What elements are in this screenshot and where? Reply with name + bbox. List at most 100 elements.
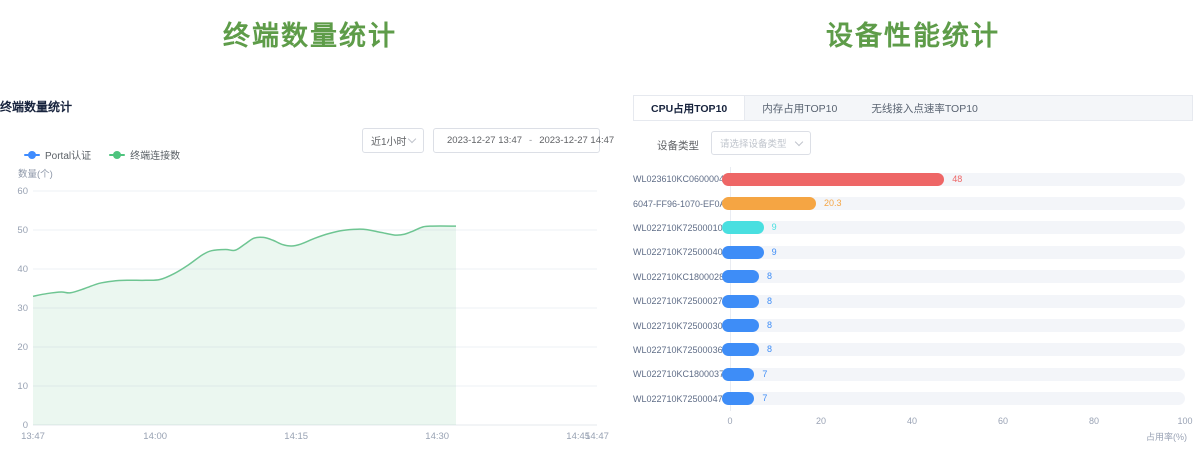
device-performance-panel: 设备性能统计 CPU占用TOP10内存占用TOP10无线接入点速率TOP10 设… [633,0,1193,456]
date-end-value: 2023-12-27 14:47 [539,135,614,146]
x-tick-label: 14:00 [143,431,167,442]
bar-track: 8 [722,319,1185,332]
bar-category-label: WL022710K725000470 [633,394,722,404]
bar-row-1: 6047-FF96-1070-EF0A 20.3 [633,191,1193,215]
legend: Portal认证 终端连接数 [24,147,180,162]
bar-fill[interactable] [722,221,764,234]
device-type-placeholder: 请选择设备类型 [720,136,787,150]
legend-marker-icon [24,151,40,159]
bar-fill[interactable] [722,295,759,308]
bar-x-tick-label: 0 [727,416,732,426]
x-tick-label: 14:30 [425,431,449,442]
bar-x-tick-label: 20 [816,416,826,426]
x-tick-label: 14:15 [284,431,308,442]
device-type-select[interactable]: 请选择设备类型 [711,131,811,155]
bar-fill[interactable] [722,246,764,259]
bar-row-8: WL022710KC18000372 7 [633,362,1193,386]
bar-value-label: 8 [767,270,772,283]
bar-value-label: 7 [762,368,767,381]
bar-track: 9 [722,221,1185,234]
bar-fill[interactable] [722,368,754,381]
time-range-controls: 近1小时 2023-12-27 13:47 - 2023-12-27 14:47 [362,128,600,153]
bar-track: 7 [722,368,1185,381]
terminal-count-line-chart: 010203040506013:4714:0014:1514:3014:4514… [0,180,620,456]
bar-value-label: 9 [772,221,777,234]
bar-value-label: 20.3 [824,197,842,210]
bar-row-7: WL022710K725000369 8 [633,338,1193,362]
bar-chart-x-ticks: 0 20 40 60 80 100 [633,416,1193,428]
bar-value-label: 8 [767,343,772,356]
bar-track: 20.3 [722,197,1185,210]
bar-category-label: WL022710K725000409 [633,247,722,257]
y-tick-label: 10 [17,381,28,392]
bar-row-2: WL022710K725000102 9 [633,216,1193,240]
performance-tabs: CPU占用TOP10 内存占用TOP10 无线接入点速率TOP10 [633,95,1193,121]
tab-CPU占用TOP10[interactable]: CPU占用TOP10 [634,96,745,120]
y-tick-label: 60 [17,186,28,197]
bar-x-tick-label: 40 [907,416,917,426]
bar-x-tick-label: 60 [998,416,1008,426]
x-tick-label: 13:47 [21,431,45,442]
bar-track: 9 [722,246,1185,259]
y-tick-label: 0 [23,420,28,431]
y-tick-label: 50 [17,225,28,236]
bar-value-label: 9 [772,246,777,259]
bar-row-6: WL022710K725000307 8 [633,313,1193,337]
legend-item-0[interactable]: Portal认证 [24,147,91,162]
bar-row-0: WL023610KC06000043 48 [633,167,1193,191]
bar-row-3: WL022710K725000409 9 [633,240,1193,264]
bar-category-label: WL022710K725000307 [633,321,722,331]
bar-row-5: WL022710K725000272 8 [633,289,1193,313]
bar-fill[interactable] [722,270,759,283]
chevron-down-icon [795,137,803,145]
tab-label: CPU占用TOP10 [651,101,727,116]
bar-fill[interactable] [722,319,759,332]
time-preset-value: 近1小时 [371,133,407,148]
legend-marker-icon [109,151,125,159]
y-axis-title: 数量(个) [18,166,53,180]
bar-value-label: 7 [762,392,767,405]
bar-category-label: WL022710KC18000372 [633,369,722,379]
bar-fill[interactable] [722,197,816,210]
bar-track: 8 [722,270,1185,283]
time-preset-select[interactable]: 近1小时 [362,128,424,153]
bar-value-label: 8 [767,319,772,332]
bar-track: 7 [722,392,1185,405]
bar-category-label: WL022710KC18000280 [633,272,722,282]
terminal-count-panel: 终端数量统计 终端数量统计 近1小时 2023-12-27 13:47 - 20… [0,0,620,456]
date-range-picker[interactable]: 2023-12-27 13:47 - 2023-12-27 14:47 [433,128,600,153]
bar-track: 48 [722,173,1185,186]
bar-fill[interactable] [722,343,759,356]
bar-row-4: WL022710KC18000280 8 [633,265,1193,289]
bar-category-label: WL022710K725000272 [633,296,722,306]
bar-track: 8 [722,343,1185,356]
panel-title-terminal-count: 终端数量统计 [0,98,72,115]
bar-x-tick-label: 80 [1089,416,1099,426]
cpu-top10-bar-chart: WL023610KC06000043 48 6047-FF96-1070-EF0A 2… [633,167,1193,411]
bar-fill[interactable] [722,173,944,186]
bar-fill[interactable] [722,392,754,405]
tab-无线接入点速率TOP10[interactable]: 无线接入点速率TOP10 [854,96,995,120]
page-title-terminal-count: 终端数量统计 [0,0,620,53]
x-tick-label: 14:47 [585,431,609,442]
bar-value-label: 8 [767,295,772,308]
device-type-label: 设备类型 [657,138,699,153]
tab-内存占用TOP10[interactable]: 内存占用TOP10 [745,96,854,120]
bar-category-label: WL022710K725000102 [633,223,722,233]
bar-category-label: WL023610KC06000043 [633,174,722,184]
date-start-value: 2023-12-27 13:47 [447,135,522,146]
chevron-down-icon [408,135,416,143]
y-tick-label: 40 [17,264,28,275]
bar-chart-x-axis-title: 占用率(%) [1146,430,1187,443]
series-area-终端连接数 [33,226,456,425]
tab-label: 内存占用TOP10 [762,101,837,116]
tab-label: 无线接入点速率TOP10 [871,101,978,116]
bar-x-tick-label: 100 [1177,416,1192,426]
bar-row-9: WL022710K725000470 7 [633,387,1193,411]
bar-category-label: WL022710K725000369 [633,345,722,355]
date-separator: - [527,135,534,146]
bar-category-label: 6047-FF96-1070-EF0A [633,199,722,209]
bar-value-label: 48 [952,173,962,186]
bar-track: 8 [722,295,1185,308]
legend-item-1[interactable]: 终端连接数 [109,147,180,162]
